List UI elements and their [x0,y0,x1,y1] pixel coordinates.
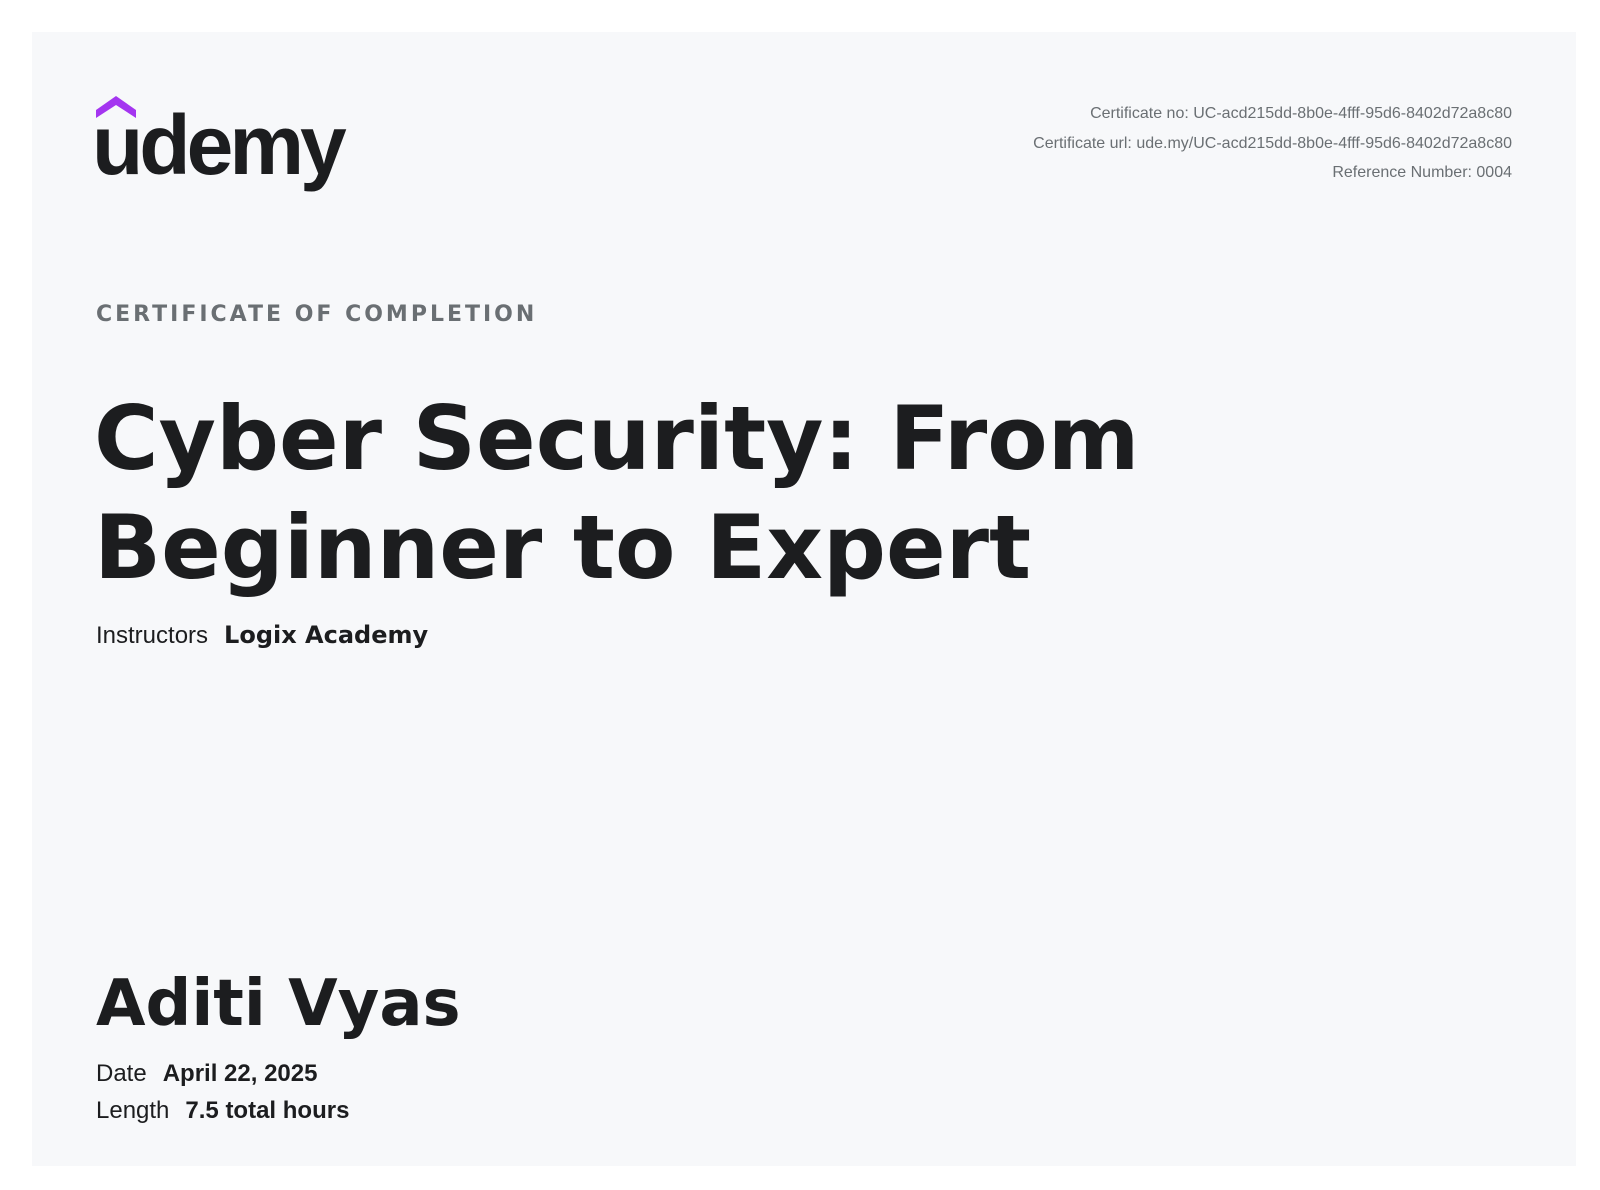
udemy-logo: udemy [96,96,366,196]
course-title: Cyber Security: From Beginner to Expert [94,387,1140,599]
date-value: April 22, 2025 [162,1060,318,1087]
logo-wordmark: udemy [96,98,347,192]
instructors-label: Instructors [96,622,209,649]
date-label: Date [96,1060,147,1087]
recipient-name: Aditi Vyas [96,967,461,1041]
length-label: Length [96,1097,170,1124]
certificate-url: Certificate url: ude.my/UC-acd215dd-8b0e… [1033,134,1512,152]
instructors-value: Logix Academy [224,621,429,649]
page: udemy Certificate no: UC-acd215dd-8b0e-4… [0,0,1600,1190]
certificate-number: Certificate no: UC-acd215dd-8b0e-4fff-95… [1090,105,1512,122]
certificate-eyebrow: CERTIFICATE OF COMPLETION [96,302,538,327]
date-line: Date April 22, 2025 [96,1060,317,1088]
reference-number: Reference Number: 0004 [1332,164,1512,181]
length-line: Length 7.5 total hours [96,1097,349,1125]
certificate-meta: Certificate no: UC-acd215dd-8b0e-4fff-95… [1033,99,1512,188]
length-value: 7.5 total hours [185,1097,350,1124]
instructors-line: Instructors Logix Academy [96,621,428,650]
certificate-card: udemy Certificate no: UC-acd215dd-8b0e-4… [32,32,1576,1166]
